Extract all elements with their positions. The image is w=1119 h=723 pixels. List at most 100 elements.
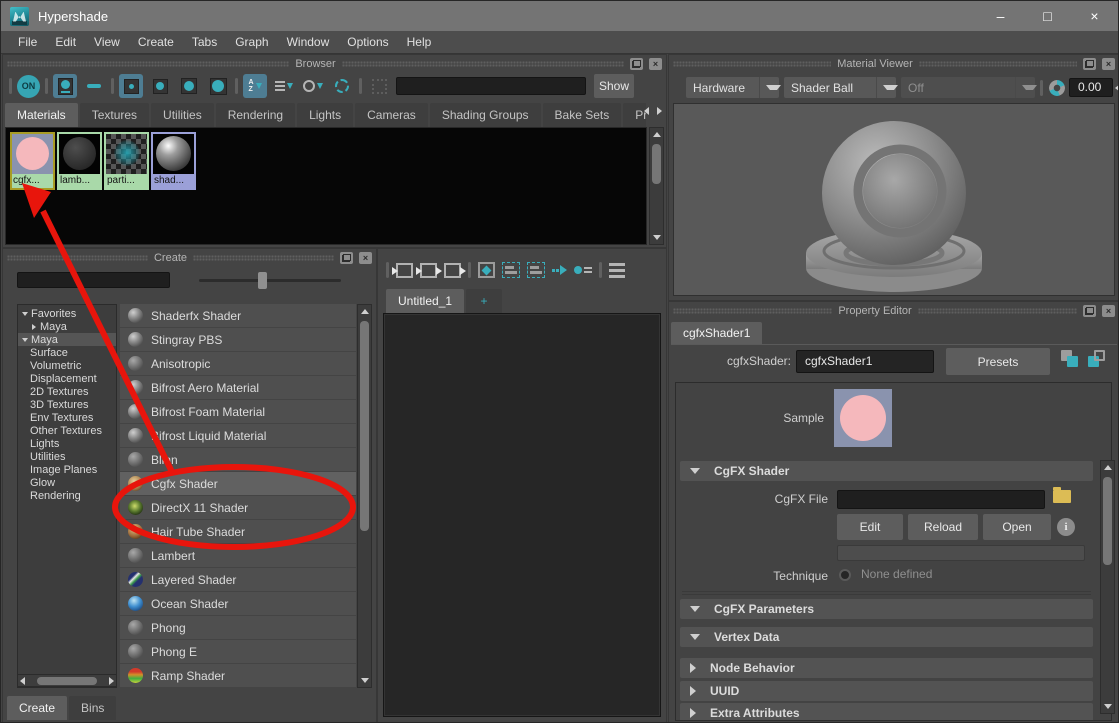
- filter-on-button[interactable]: ON: [17, 75, 40, 98]
- scroll-down-icon[interactable]: [653, 235, 661, 240]
- sample-swatch[interactable]: [834, 389, 892, 447]
- renderer-dropdown[interactable]: Hardware: [686, 77, 779, 98]
- list-item-phong-e[interactable]: Phong E: [120, 640, 356, 663]
- tab-textures[interactable]: Textures: [80, 103, 149, 127]
- menu-tabs[interactable]: Tabs: [183, 35, 226, 49]
- rearrange-graph-button[interactable]: [574, 266, 592, 274]
- list-item-bifrost-aero[interactable]: Bifrost Aero Material: [120, 376, 356, 399]
- input-connections-button[interactable]: [396, 263, 413, 278]
- cgfx-file-input[interactable]: [837, 490, 1045, 509]
- tab-bake-sets[interactable]: Bake Sets: [543, 103, 622, 127]
- scroll-down-icon[interactable]: [361, 678, 369, 683]
- medium-swatch-button[interactable]: [148, 74, 172, 98]
- tab-cameras[interactable]: Cameras: [355, 103, 428, 127]
- close-button[interactable]: ×: [1071, 1, 1118, 31]
- close-panel-icon[interactable]: ×: [1102, 58, 1115, 70]
- float-panel-icon[interactable]: [1083, 58, 1096, 70]
- scroll-thumb[interactable]: [360, 321, 369, 531]
- presets-button[interactable]: Presets: [946, 348, 1050, 375]
- list-item-shaderfx[interactable]: Shaderfx Shader: [120, 304, 356, 327]
- node-name-field[interactable]: cgfxShader1: [796, 350, 934, 373]
- panel-drag-dots[interactable]: [193, 255, 334, 261]
- tree-item-other-textures[interactable]: Other Textures: [18, 424, 116, 437]
- tab-materials[interactable]: Materials: [5, 103, 78, 127]
- section-vertex-data[interactable]: Vertex Data: [680, 627, 1093, 647]
- tree-item-displacement[interactable]: Displacement: [18, 372, 116, 385]
- tab-scroll-left-icon[interactable]: [644, 107, 649, 115]
- tree-item-image-planes[interactable]: Image Planes: [18, 463, 116, 476]
- scroll-thumb[interactable]: [37, 677, 97, 685]
- list-item-lambert[interactable]: Lambert: [120, 544, 356, 567]
- node-graph-canvas[interactable]: [383, 313, 661, 717]
- refresh-swatches-button[interactable]: [330, 74, 354, 98]
- list-item-ocean-shader[interactable]: Ocean Shader: [120, 592, 356, 615]
- menu-create[interactable]: Create: [129, 35, 183, 49]
- list-item-stingray[interactable]: Stingray PBS: [120, 328, 356, 351]
- section-node-behavior[interactable]: Node Behavior: [680, 658, 1093, 678]
- small-swatch-button[interactable]: [119, 74, 143, 98]
- large-swatch-button[interactable]: [177, 74, 201, 98]
- show-hide-icon[interactable]: [1061, 350, 1078, 367]
- shader-list-scrollbar[interactable]: [357, 304, 372, 688]
- minimize-button[interactable]: –: [977, 1, 1024, 31]
- remove-selected-nodes-button[interactable]: [527, 262, 545, 278]
- scroll-up-icon[interactable]: [1104, 465, 1112, 470]
- exposure-aperture-icon[interactable]: [1049, 80, 1065, 96]
- tree-item-2d-textures[interactable]: 2D Textures: [18, 385, 116, 398]
- material-preview-viewport[interactable]: [673, 103, 1115, 296]
- menu-graph[interactable]: Graph: [226, 35, 277, 49]
- maximize-button[interactable]: □: [1024, 1, 1071, 31]
- list-item-anisotropic[interactable]: Anisotropic: [120, 352, 356, 375]
- browser-vertical-scrollbar[interactable]: [649, 127, 664, 245]
- section-cgfx-parameters[interactable]: CgFX Parameters: [680, 599, 1093, 619]
- add-tab-button[interactable]: +: [466, 289, 502, 313]
- swatch-cgfxshader[interactable]: cgfx...: [10, 132, 55, 190]
- tree-item-favorites-maya[interactable]: Maya: [18, 320, 116, 333]
- collapse-slider-icon[interactable]: [1115, 84, 1119, 92]
- reload-button[interactable]: Reload: [908, 514, 978, 540]
- close-panel-icon[interactable]: ×: [649, 58, 662, 70]
- list-item-blinn[interactable]: Blinn: [120, 448, 356, 471]
- info-icon[interactable]: i: [1057, 518, 1075, 536]
- list-item-hair-tube[interactable]: Hair Tube Shader: [120, 520, 356, 543]
- tree-item-3d-textures[interactable]: 3D Textures: [18, 398, 116, 411]
- swatch-lambert[interactable]: lamb...: [57, 132, 102, 190]
- scroll-right-icon[interactable]: [109, 677, 114, 685]
- graph-menu-icon[interactable]: [609, 263, 625, 278]
- sort-alphabetical-button[interactable]: AZ: [243, 74, 267, 98]
- section-extra-attributes[interactable]: Extra Attributes: [680, 703, 1093, 721]
- swatch-particle[interactable]: parti...: [104, 132, 149, 190]
- tab-utilities[interactable]: Utilities: [151, 103, 214, 127]
- menu-help[interactable]: Help: [398, 35, 441, 49]
- scroll-thumb[interactable]: [652, 144, 661, 184]
- browser-search-input[interactable]: [396, 77, 586, 95]
- panel-drag-dots[interactable]: [342, 61, 624, 67]
- tree-item-volumetric[interactable]: Volumetric: [18, 359, 116, 372]
- list-item-bifrost-liquid[interactable]: Bifrost Liquid Material: [120, 424, 356, 447]
- list-item-bifrost-foam[interactable]: Bifrost Foam Material: [120, 400, 356, 423]
- open-button[interactable]: Open: [983, 514, 1051, 540]
- panel-drag-dots[interactable]: [7, 61, 289, 67]
- geometry-dropdown[interactable]: Shader Ball: [784, 77, 896, 98]
- show-button[interactable]: Show: [594, 74, 634, 98]
- tree-item-utilities[interactable]: Utilities: [18, 450, 116, 463]
- material-swatch-area[interactable]: cgfx... lamb... parti... shad...: [5, 127, 647, 245]
- add-selected-nodes-button[interactable]: [502, 262, 520, 278]
- tab-lights[interactable]: Lights: [297, 103, 353, 127]
- scroll-up-icon[interactable]: [361, 309, 369, 314]
- float-panel-icon[interactable]: [1083, 305, 1096, 317]
- tree-horizontal-scrollbar[interactable]: [17, 674, 117, 687]
- edit-button[interactable]: Edit: [837, 514, 903, 540]
- swatch-shadinggroup[interactable]: shad...: [151, 132, 196, 190]
- tree-item-lights[interactable]: Lights: [18, 437, 116, 450]
- graph-materials-button[interactable]: [552, 265, 567, 275]
- panel-drag-dots[interactable]: [7, 255, 148, 261]
- menu-edit[interactable]: Edit: [46, 35, 85, 49]
- tab-cgfxshader1[interactable]: cgfxShader1: [671, 322, 762, 344]
- menu-options[interactable]: Options: [338, 35, 397, 49]
- technique-radio[interactable]: [839, 569, 851, 581]
- list-view-button[interactable]: [82, 74, 106, 98]
- tab-projects[interactable]: Projec: [623, 103, 646, 127]
- clear-graph-button[interactable]: [478, 262, 495, 278]
- menu-view[interactable]: View: [85, 35, 129, 49]
